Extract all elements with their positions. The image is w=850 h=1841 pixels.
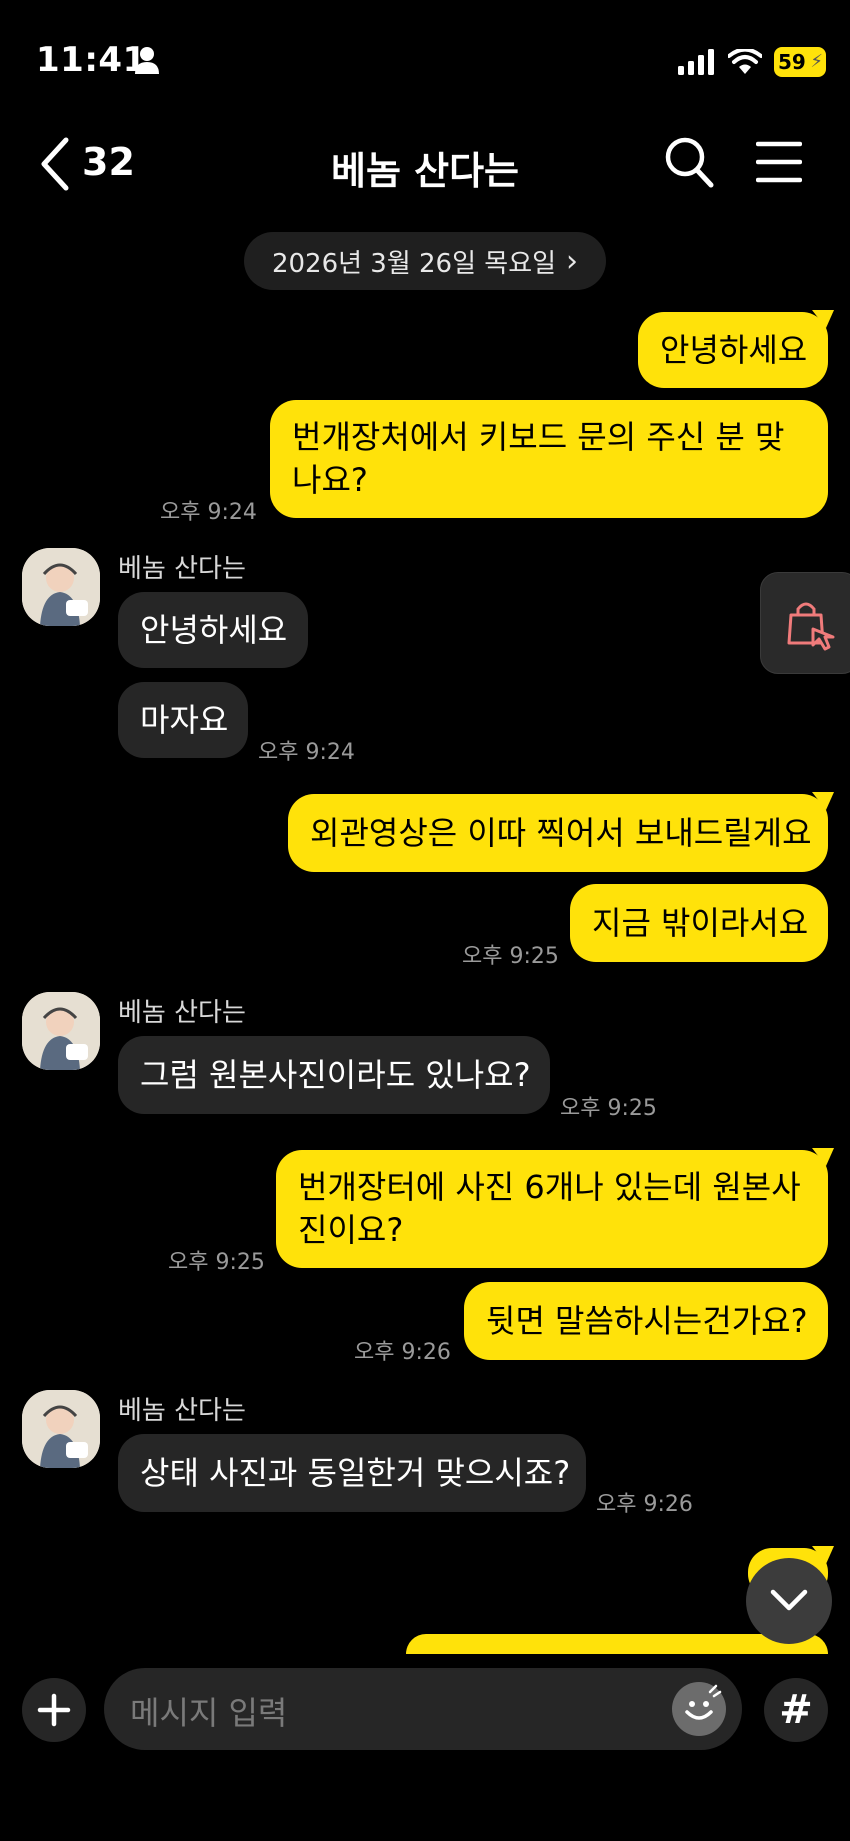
- avatar[interactable]: [22, 1390, 100, 1468]
- chevron-right-icon: ›: [566, 243, 579, 279]
- bubble-tail: [812, 310, 834, 328]
- message-text: 뒷면 말씀하시는건가요?: [486, 1301, 808, 1340]
- message-text: 번개장처에서 키보드 문의 주신 분 맞나요?: [292, 418, 785, 499]
- baby-photo-icon: [22, 1390, 100, 1468]
- message-bubble-theirs[interactable]: 그럼 원본사진이라도 있나요?: [118, 1036, 550, 1114]
- message-text: 마자요: [140, 700, 229, 739]
- message-bubble-mine[interactable]: 지금 밖이라서요: [570, 884, 828, 962]
- scroll-to-bottom-button[interactable]: [746, 1558, 832, 1644]
- shopping-bag-tap-icon: [787, 602, 835, 651]
- message-bubble-mine[interactable]: 안녕하세요: [638, 312, 828, 388]
- battery-level: 59: [778, 50, 806, 74]
- search-icon[interactable]: [664, 136, 714, 188]
- message-bubble-theirs[interactable]: 상태 사진과 동일한거 맞으시죠?: [118, 1434, 586, 1512]
- message-bubble-mine[interactable]: 번개장터에 사진 6개나 있는데 원본사진이요?: [276, 1150, 828, 1268]
- message-text: 그럼 원본사진이라도 있나요?: [140, 1055, 531, 1094]
- message-time: 오후 9:26: [596, 1492, 693, 1517]
- chat-title-text[interactable]: 베놈 산다는: [331, 140, 519, 195]
- bubble-tail: [812, 1148, 834, 1166]
- sender-name: 베놈 산다는: [118, 1396, 246, 1426]
- emoji-icon: [685, 1684, 722, 1720]
- hamburger-menu-icon[interactable]: [756, 140, 802, 184]
- message-bubble-theirs[interactable]: 안녕하세요: [118, 592, 308, 668]
- message-bubble-mine[interactable]: 뒷면 말씀하시는건가요?: [464, 1282, 828, 1360]
- emoji-button[interactable]: [672, 1682, 726, 1736]
- plus-icon: [37, 1693, 71, 1727]
- message-time: 오후 9:25: [560, 1096, 657, 1121]
- bubble-tail: [812, 1546, 834, 1564]
- signal-icon: [678, 49, 714, 75]
- message-bubble-mine[interactable]: 외관영상은 이따 찍어서 보내드릴게요: [288, 794, 828, 872]
- message-time: 오후 9:24: [258, 740, 355, 765]
- shopping-bag-button[interactable]: [760, 572, 850, 674]
- baby-photo-icon: [22, 992, 100, 1070]
- battery-indicator: 59 ⚡: [774, 47, 826, 77]
- message-time: 오후 9:25: [168, 1250, 265, 1275]
- message-time: 오후 9:26: [354, 1340, 451, 1365]
- avatar[interactable]: [22, 992, 100, 1070]
- message-bubble-mine[interactable]: 번개장처에서 키보드 문의 주신 분 맞나요?: [270, 400, 828, 518]
- message-bubble-theirs[interactable]: 마자요: [118, 682, 248, 758]
- message-text: 외관영상은 이따 찍어서 보내드릴게요: [310, 813, 812, 852]
- chevron-down-icon: [770, 1589, 808, 1611]
- message-text: 번개장터에 사진 6개나 있는데 원본사진이요?: [298, 1168, 801, 1249]
- message-text: 상태 사진과 동일한거 맞으시죠?: [140, 1453, 571, 1492]
- baby-photo-icon: [22, 548, 100, 626]
- message-text: 안녕하세요: [140, 610, 288, 649]
- message-text: 지금 밖이라서요: [592, 903, 809, 942]
- sender-name: 베놈 산다는: [118, 554, 246, 584]
- message-time: 오후 9:25: [462, 944, 559, 969]
- person-icon: [135, 47, 159, 74]
- date-divider[interactable]: 2026년 3월 26일 목요일 ›: [244, 232, 606, 290]
- date-label: 2026년 3월 26일 목요일: [271, 248, 557, 279]
- charging-icon: ⚡: [810, 51, 823, 72]
- hashtag-button[interactable]: #: [764, 1678, 828, 1742]
- message-text: 안녕하세요: [660, 330, 808, 369]
- status-indicators: 59 ⚡: [678, 44, 826, 80]
- status-time: 11:41: [36, 40, 147, 80]
- chat-title: 베놈 산다는: [0, 140, 850, 195]
- avatar[interactable]: [22, 548, 100, 626]
- bubble-tail: [812, 792, 834, 810]
- message-time: 오후 9:24: [160, 500, 257, 525]
- sender-name: 베놈 산다는: [118, 998, 246, 1028]
- message-input-placeholder: 메시지 입력: [130, 1694, 288, 1732]
- wifi-icon: [728, 49, 762, 74]
- attach-button[interactable]: [22, 1678, 86, 1742]
